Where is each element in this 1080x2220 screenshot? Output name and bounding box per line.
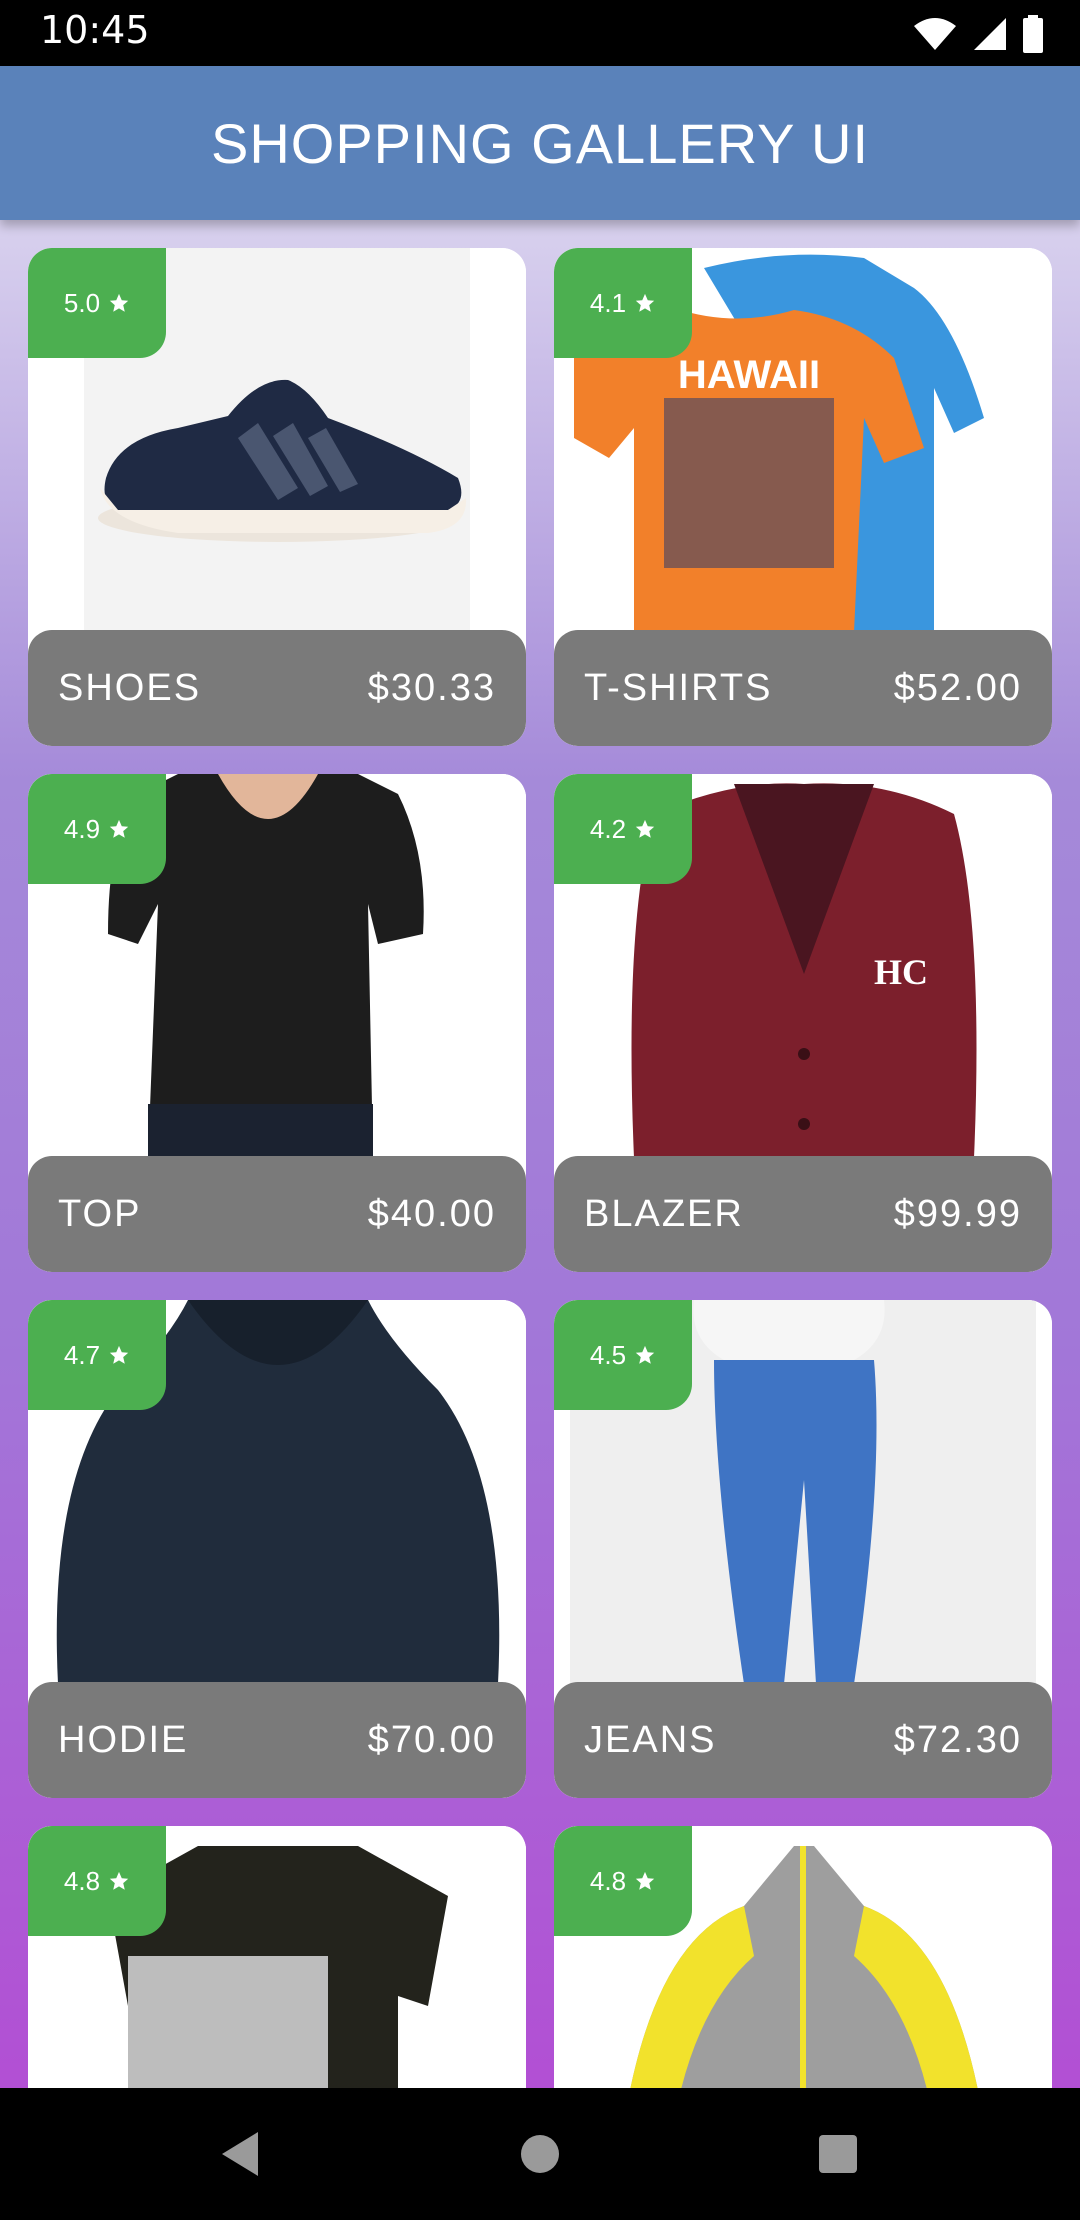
product-name: JEANS: [584, 1718, 717, 1761]
wifi-icon: [914, 18, 956, 50]
product-card-jeans[interactable]: 4.5 JEANS $72.30: [554, 1300, 1052, 1798]
star-icon: [109, 1871, 129, 1890]
rating-badge: 4.2: [554, 774, 692, 884]
rating-badge: 5.0: [28, 248, 166, 358]
star-icon: [635, 293, 655, 312]
product-price: $72.30: [893, 1718, 1022, 1761]
rating-badge: 4.1: [554, 248, 692, 358]
status-time: 10:45: [40, 8, 150, 52]
product-info-bar: HODIE $70.00: [28, 1682, 526, 1798]
navigation-bar: [0, 2088, 1080, 2220]
app-title: SHOPPING GALLERY UI: [210, 111, 870, 175]
home-icon: [521, 2135, 559, 2173]
rating-value: 4.1: [589, 287, 627, 318]
rating-badge: 4.8: [28, 1826, 166, 1936]
product-card-top[interactable]: 4.9 TOP $40.00: [28, 774, 526, 1272]
product-price: $40.00: [367, 1192, 496, 1235]
app-bar: SHOPPING GALLERY UI: [0, 66, 1080, 220]
signal-icon: [974, 18, 1006, 50]
rating-value: 4.9: [63, 813, 101, 844]
product-name: TOP: [58, 1192, 142, 1235]
product-card-jacket[interactable]: 4.8: [554, 1826, 1052, 2088]
product-info-bar: TOP $40.00: [28, 1156, 526, 1272]
rating-badge: 4.8: [554, 1826, 692, 1936]
product-price: $70.00: [367, 1718, 496, 1761]
product-card-shoes[interactable]: 5.0 SHOES $30.33: [28, 248, 526, 746]
star-icon: [635, 1871, 655, 1890]
star-icon: [109, 1345, 129, 1364]
product-card-hodie[interactable]: 4.7 HODIE $70.00: [28, 1300, 526, 1798]
product-info-bar: BLAZER $99.99: [554, 1156, 1052, 1272]
svg-text:HC: HC: [874, 952, 928, 992]
rating-value: 5.0: [63, 287, 101, 318]
rating-badge: 4.7: [28, 1300, 166, 1410]
back-button[interactable]: [160, 2088, 320, 2220]
star-icon: [635, 1345, 655, 1364]
status-icons: [912, 14, 1044, 54]
star-icon: [109, 819, 129, 838]
product-price: $99.99: [893, 1192, 1022, 1235]
product-name: HODIE: [58, 1718, 189, 1761]
recents-icon: [819, 2135, 857, 2173]
product-card-blazer[interactable]: HC 4.2 BLAZER $99.99: [554, 774, 1052, 1272]
product-name: T-SHIRTS: [584, 666, 773, 709]
rating-value: 4.7: [63, 1339, 101, 1370]
product-card-tshirt-shorts[interactable]: 4.8: [28, 1826, 526, 2088]
product-info-bar: T-SHIRTS $52.00: [554, 630, 1052, 746]
rating-value: 4.8: [589, 1865, 627, 1896]
home-button[interactable]: [460, 2088, 620, 2220]
rating-badge: 4.5: [554, 1300, 692, 1410]
back-icon: [222, 2132, 258, 2176]
product-gallery[interactable]: 5.0 SHOES $30.33 HAWAII 4.1 T-SHIRTS $52…: [0, 220, 1080, 2088]
rating-value: 4.8: [63, 1865, 101, 1896]
star-icon: [109, 293, 129, 312]
star-icon: [635, 819, 655, 838]
product-price: $52.00: [893, 666, 1022, 709]
product-price: $30.33: [367, 666, 496, 709]
svg-text:HAWAII: HAWAII: [678, 353, 820, 397]
rating-badge: 4.9: [28, 774, 166, 884]
product-info-bar: JEANS $72.30: [554, 1682, 1052, 1798]
product-card-tshirts[interactable]: HAWAII 4.1 T-SHIRTS $52.00: [554, 248, 1052, 746]
product-name: BLAZER: [584, 1192, 744, 1235]
status-bar: 10:45: [0, 0, 1080, 66]
rating-value: 4.5: [589, 1339, 627, 1370]
rating-value: 4.2: [589, 813, 627, 844]
product-info-bar: SHOES $30.33: [28, 630, 526, 746]
battery-icon: [1023, 15, 1043, 53]
recents-button[interactable]: [758, 2088, 918, 2220]
product-name: SHOES: [58, 666, 202, 709]
